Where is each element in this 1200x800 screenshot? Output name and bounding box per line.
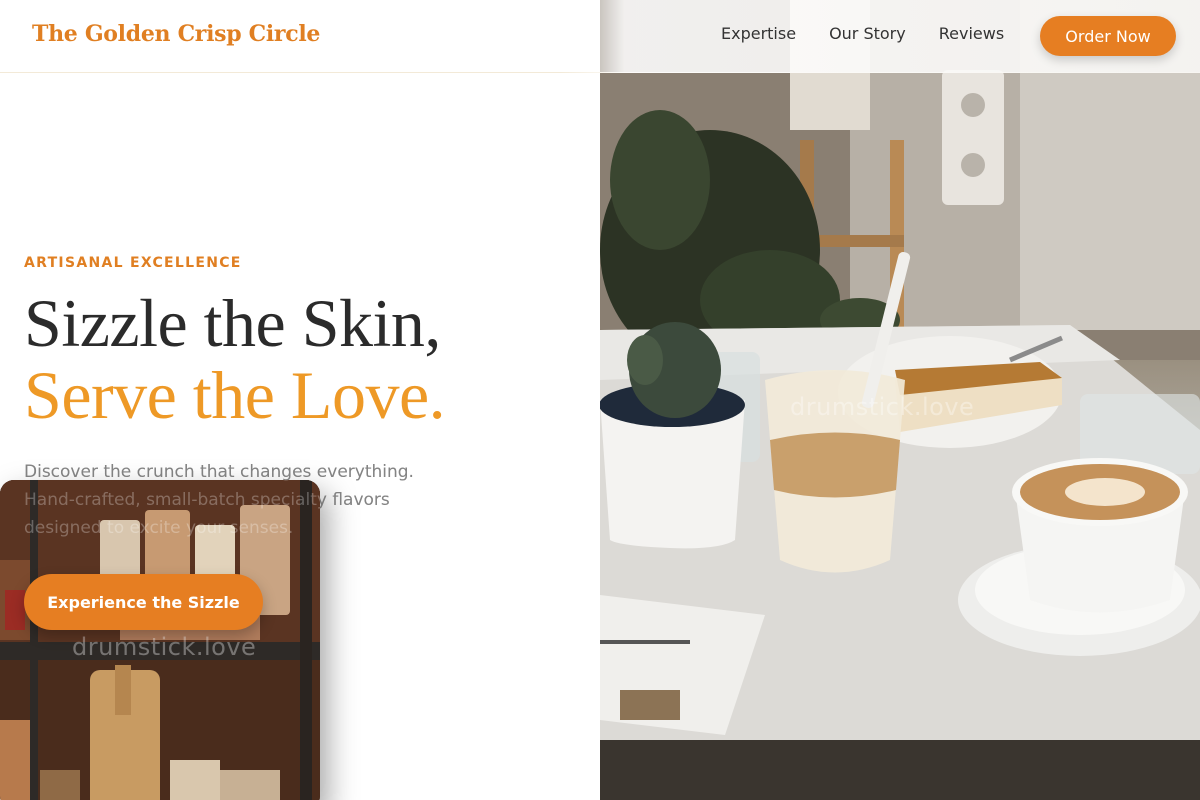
headline-line-1: Sizzle the Skin, bbox=[24, 285, 441, 361]
brand-logo[interactable]: The Golden Crisp Circle bbox=[32, 21, 320, 47]
site-header: The Golden Crisp Circle Expertise Our St… bbox=[0, 0, 1200, 73]
nav-link-reviews[interactable]: Reviews bbox=[939, 24, 1004, 43]
nav-link-our-story[interactable]: Our Story bbox=[829, 24, 906, 43]
hero-headline: Sizzle the Skin, Serve the Love. bbox=[24, 285, 446, 433]
nav-link-expertise[interactable]: Expertise bbox=[721, 24, 796, 43]
hero-eyebrow: ARTISANAL EXCELLENCE bbox=[24, 255, 242, 271]
watermark-shelf: drumstick.love bbox=[72, 633, 257, 661]
main-nav: Expertise Our Story Reviews bbox=[721, 24, 1004, 43]
order-now-button[interactable]: Order Now bbox=[1040, 16, 1176, 56]
watermark-hero: drumstick.love bbox=[790, 393, 975, 421]
headline-line-2: Serve the Love. bbox=[24, 357, 446, 433]
experience-sizzle-button[interactable]: Experience the Sizzle bbox=[24, 574, 263, 630]
